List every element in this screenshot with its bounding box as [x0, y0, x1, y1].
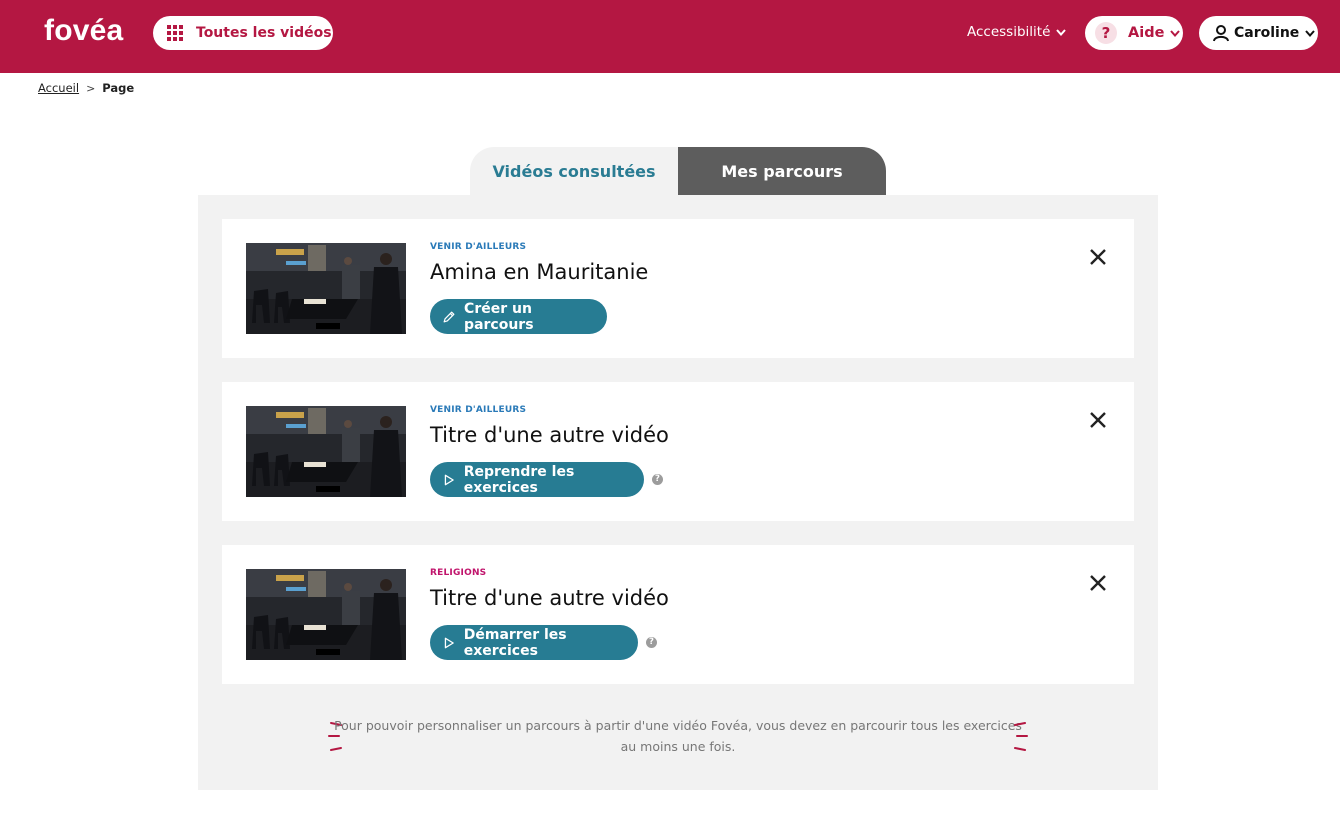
breadcrumb-separator: >: [86, 81, 96, 95]
all-videos-button[interactable]: Toutes les vidéos: [153, 16, 333, 50]
pencil-icon: [443, 311, 455, 322]
decorative-dashes-right: [1014, 722, 1028, 751]
video-list-panel: VENIR D'AILLEURS Amina en Mauritanie Cré…: [198, 195, 1158, 790]
breadcrumb-home-link[interactable]: Accueil: [38, 81, 79, 95]
close-icon[interactable]: [1088, 410, 1108, 430]
tab-videos-consultees[interactable]: Vidéos consultées: [470, 147, 678, 195]
chevron-down-icon: [1305, 30, 1316, 38]
video-card: VENIR D'AILLEURS Amina en Mauritanie Cré…: [222, 219, 1134, 358]
user-name: Caroline: [1234, 25, 1300, 41]
video-category: VENIR D'AILLEURS: [430, 242, 527, 252]
video-category: VENIR D'AILLEURS: [430, 405, 527, 415]
resume-exercises-button[interactable]: Reprendre les exercices: [430, 462, 644, 497]
video-thumbnail[interactable]: [246, 406, 406, 497]
video-card: VENIR D'AILLEURS Titre d'une autre vidéo…: [222, 382, 1134, 521]
all-videos-label: Toutes les vidéos: [196, 25, 332, 41]
breadcrumb: Accueil > Page: [38, 81, 134, 95]
close-icon[interactable]: [1088, 247, 1108, 267]
create-parcours-button[interactable]: Créer un parcours: [430, 299, 607, 334]
help-label: Aide: [1128, 25, 1165, 41]
question-icon: ?: [1095, 22, 1117, 44]
help-tooltip-icon[interactable]: ?: [652, 474, 663, 485]
video-title: Titre d'une autre vidéo: [430, 423, 669, 447]
chevron-down-icon: [1056, 29, 1067, 37]
user-icon: [1213, 25, 1229, 42]
help-menu-button[interactable]: ? Aide: [1085, 16, 1183, 50]
resume-exercises-label: Reprendre les exercices: [463, 463, 575, 496]
logo[interactable]: fovéa: [44, 14, 123, 48]
create-parcours-label: Créer un parcours: [464, 300, 534, 333]
video-thumbnail[interactable]: [246, 243, 406, 334]
start-exercises-button[interactable]: Démarrer les exercices: [430, 625, 638, 660]
top-bar: fovéa Toutes les vidéos Accessibilité ? …: [0, 0, 1340, 73]
chevron-down-icon: [1170, 30, 1181, 38]
start-exercises-label: Démarrer les exercices: [463, 626, 567, 659]
tab-mes-parcours[interactable]: Mes parcours: [678, 147, 886, 195]
play-icon: [444, 474, 454, 485]
breadcrumb-current: Page: [102, 81, 135, 95]
user-menu-button[interactable]: Caroline: [1199, 16, 1318, 50]
video-title: Titre d'une autre vidéo: [430, 586, 669, 610]
video-title: Amina en Mauritanie: [430, 260, 649, 284]
video-card: RELIGIONS Titre d'une autre vidéo Démarr…: [222, 545, 1134, 684]
video-category: RELIGIONS: [430, 568, 487, 578]
accessibility-menu[interactable]: Accessibilité: [967, 24, 1067, 40]
help-tooltip-icon[interactable]: ?: [646, 637, 657, 648]
close-icon[interactable]: [1088, 573, 1108, 593]
accessibility-label: Accessibilité: [967, 24, 1051, 40]
play-icon: [444, 637, 454, 648]
grid-icon: [167, 25, 183, 41]
info-note: Pour pouvoir personnaliser un parcours à…: [334, 718, 1022, 754]
video-thumbnail[interactable]: [246, 569, 406, 660]
